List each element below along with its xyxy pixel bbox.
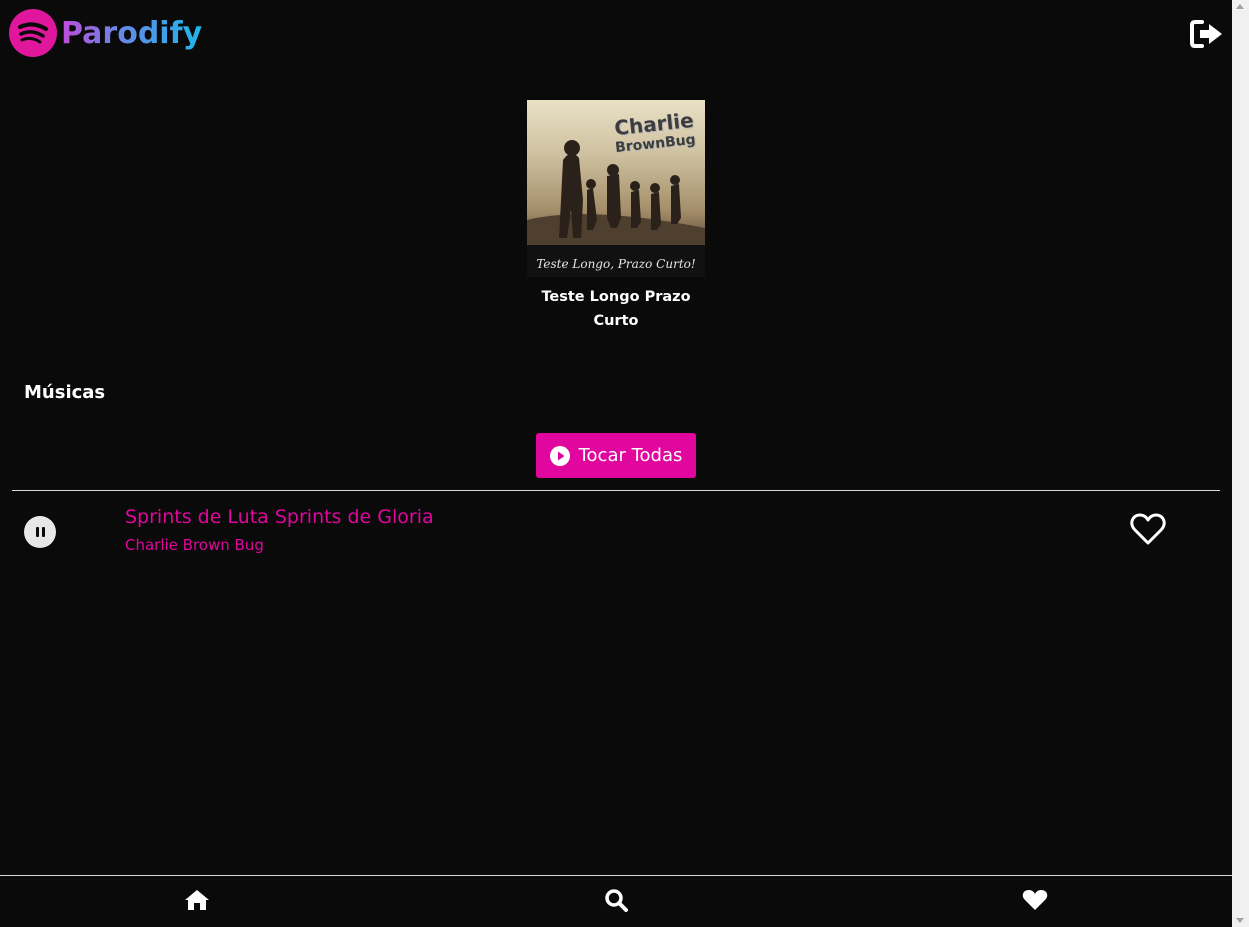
logout-button[interactable] bbox=[1190, 20, 1224, 48]
scrollbar[interactable] bbox=[1232, 0, 1249, 927]
divider bbox=[12, 490, 1220, 491]
section-title: Músicas bbox=[24, 382, 106, 403]
cover-subtitle: Teste Longo, Prazo Curto! bbox=[536, 257, 696, 271]
brand-logo[interactable]: Parodify bbox=[9, 9, 202, 57]
heart-icon bbox=[1022, 890, 1048, 910]
search-icon bbox=[605, 889, 628, 912]
cover-artist-text: Charlie BrownBug bbox=[613, 107, 697, 157]
track-title[interactable]: Sprints de Luta Sprints de Gloria bbox=[125, 506, 434, 528]
scroll-thumb[interactable] bbox=[1235, 14, 1246, 909]
nav-home[interactable] bbox=[184, 888, 210, 912]
play-all-button[interactable]: Tocar Todas bbox=[536, 433, 696, 478]
pause-button[interactable] bbox=[24, 516, 56, 548]
pause-icon bbox=[35, 527, 39, 537]
home-icon bbox=[185, 890, 209, 910]
play-circle-icon bbox=[549, 445, 570, 466]
album-title: Teste Longo Prazo Curto bbox=[541, 289, 691, 329]
nav-search[interactable] bbox=[603, 888, 629, 912]
track-artist[interactable]: Charlie Brown Bug bbox=[125, 536, 264, 554]
track-row[interactable]: Sprints de Luta Sprints de Gloria Charli… bbox=[12, 498, 1220, 568]
app-name: Parodify bbox=[61, 15, 203, 51]
heart-outline-icon bbox=[1130, 513, 1166, 545]
album-cover: Charlie BrownBug Teste Longo, Prazo Curt… bbox=[527, 100, 705, 277]
favorite-button[interactable] bbox=[1130, 512, 1166, 546]
scroll-down-icon[interactable] bbox=[1236, 918, 1244, 923]
nav-favorites[interactable] bbox=[1022, 888, 1048, 912]
app-root: Parodify Charlie BrownBug Teste Longo, P… bbox=[0, 0, 1232, 927]
bottom-nav bbox=[0, 875, 1232, 927]
scroll-up-icon[interactable] bbox=[1236, 4, 1244, 9]
album-card: Charlie BrownBug Teste Longo, Prazo Curt… bbox=[527, 100, 705, 333]
sign-out-icon bbox=[1190, 20, 1222, 48]
parodify-logo-icon bbox=[9, 9, 57, 57]
play-all-label: Tocar Todas bbox=[578, 445, 683, 466]
